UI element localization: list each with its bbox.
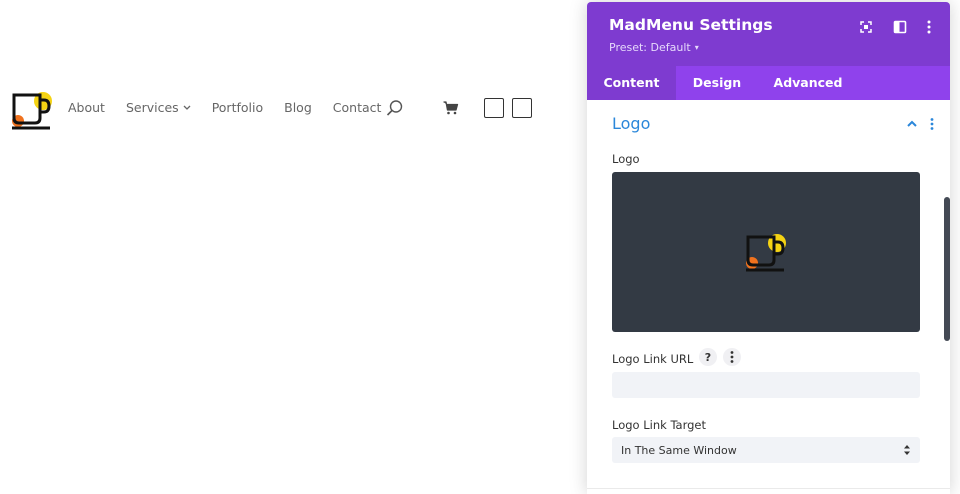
fullscreen-icon[interactable] bbox=[858, 19, 874, 35]
tab-content[interactable]: Content bbox=[587, 66, 676, 100]
tab-advanced[interactable]: Advanced bbox=[758, 66, 858, 100]
nav-item-blog[interactable]: Blog bbox=[284, 100, 312, 115]
shopping-cart-icon[interactable] bbox=[443, 100, 459, 116]
nav-item-about[interactable]: About bbox=[68, 100, 105, 115]
search-icon[interactable] bbox=[386, 99, 404, 117]
site-header: About Services Portfolio Blog Contact bbox=[0, 84, 560, 132]
nav-label: Contact bbox=[332, 100, 382, 115]
caret-down-icon: ▾ bbox=[694, 43, 699, 52]
preset-selector[interactable]: Preset: Default ▾ bbox=[609, 41, 699, 54]
preset-label: Preset: Default bbox=[609, 41, 691, 54]
panel-title: MadMenu Settings bbox=[609, 16, 773, 34]
panel-body: Logo Logo Logo Link URL ? Logo Link Targ… bbox=[587, 100, 950, 494]
nav-item-contact[interactable]: Contact bbox=[333, 100, 382, 115]
tab-design[interactable]: Design bbox=[676, 66, 758, 100]
more-options-icon[interactable] bbox=[921, 19, 937, 35]
section-menu-icon[interactable] bbox=[927, 117, 937, 131]
nav-item-services[interactable]: Services bbox=[126, 100, 191, 115]
logo-upload-preview[interactable] bbox=[612, 172, 920, 332]
panel-scrollbar[interactable] bbox=[944, 197, 950, 341]
panel-header: MadMenu Settings Preset: Default ▾ bbox=[587, 2, 950, 66]
header-button-box[interactable] bbox=[484, 98, 504, 118]
section-title[interactable]: Logo bbox=[612, 114, 650, 133]
logo-link-url-label: Logo Link URL bbox=[612, 352, 694, 366]
site-nav: About Services Portfolio Blog Contact bbox=[68, 100, 402, 115]
select-arrows-icon bbox=[904, 445, 910, 455]
logo-link-url-input[interactable] bbox=[612, 372, 920, 398]
nav-label: Services bbox=[125, 100, 179, 115]
coffee-cup-logo-icon bbox=[746, 234, 786, 272]
coffee-cup-logo-icon[interactable] bbox=[10, 88, 54, 132]
help-icon[interactable]: ? bbox=[699, 348, 717, 366]
field-options-icon[interactable] bbox=[723, 348, 741, 366]
logo-link-target-select[interactable]: In The Same Window bbox=[612, 437, 920, 463]
header-button-box[interactable] bbox=[512, 98, 532, 118]
nav-label: Blog bbox=[284, 100, 312, 115]
nav-item-portfolio[interactable]: Portfolio bbox=[212, 100, 263, 115]
settings-panel: MadMenu Settings Preset: Default ▾ Conte… bbox=[587, 2, 950, 494]
nav-label: About bbox=[68, 100, 105, 115]
chevron-down-icon bbox=[183, 105, 191, 110]
section-divider bbox=[587, 488, 950, 489]
logo-link-target-label: Logo Link Target bbox=[612, 418, 707, 432]
split-view-icon[interactable] bbox=[892, 19, 908, 35]
nav-label: Portfolio bbox=[211, 100, 264, 115]
panel-tabs: Content Design Advanced bbox=[587, 66, 950, 100]
select-value: In The Same Window bbox=[621, 443, 737, 457]
chevron-up-icon[interactable] bbox=[906, 118, 918, 130]
logo-field-label: Logo bbox=[612, 152, 640, 166]
